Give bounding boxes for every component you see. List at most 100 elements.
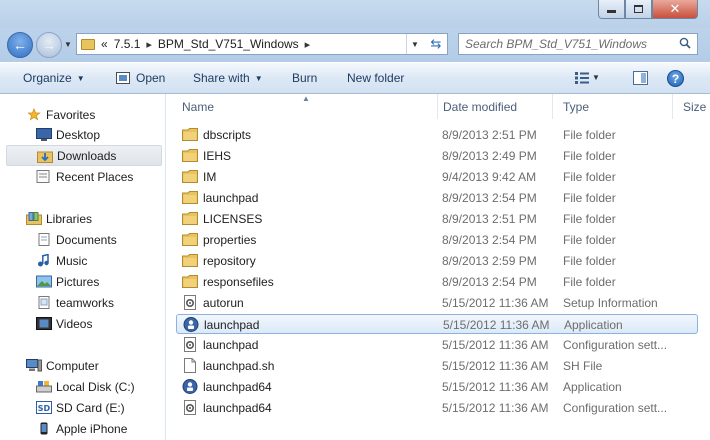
back-button[interactable]: ← <box>7 32 33 58</box>
nav-favorites[interactable]: Favorites <box>6 104 162 125</box>
file-row[interactable]: LICENSES 8/9/2013 2:51 PM File folder <box>176 209 698 229</box>
file-type: File folder <box>563 149 616 163</box>
phone-icon <box>40 422 48 435</box>
help-icon[interactable]: ? <box>667 70 684 87</box>
file-row[interactable]: properties 8/9/2013 2:54 PM File folder <box>176 230 698 250</box>
file-row[interactable]: autorun 5/15/2012 11:36 AM Setup Informati… <box>176 293 698 313</box>
refresh-icon[interactable]: ⇆ <box>426 34 446 54</box>
nav-item-recent-places[interactable]: Recent Places <box>6 166 162 187</box>
breadcrumb-separator-icon[interactable]: ▸ <box>305 38 311 51</box>
sd-card-icon: SD <box>36 401 52 414</box>
view-options-dropdown-icon[interactable]: ▼ <box>592 73 600 82</box>
file-name: IM <box>203 170 217 184</box>
nav-item-downloads[interactable]: Downloads <box>6 145 162 166</box>
blank-file-icon <box>184 358 196 373</box>
nav-item-teamworks[interactable]: teamworks <box>6 292 162 313</box>
nav-item-documents[interactable]: Documents <box>6 229 162 250</box>
maximize-icon <box>634 5 643 13</box>
search-box[interactable] <box>458 33 698 55</box>
file-row[interactable]: dbscripts 8/9/2013 2:51 PM File folder <box>176 125 698 145</box>
caption-buttons: ✕ <box>598 0 698 19</box>
burn-label: Burn <box>292 71 318 85</box>
file-row[interactable]: launchpad 8/9/2013 2:54 PM File folder <box>176 188 698 208</box>
nav-item-apple-iphone[interactable]: Apple iPhone <box>6 418 162 439</box>
file-name: responsefiles <box>203 275 274 289</box>
file-name: properties <box>203 233 257 247</box>
nav-item-label: SD Card (E:) <box>56 400 125 415</box>
downloads-folder-icon <box>37 151 53 163</box>
share-with-button[interactable]: Share with ▼ <box>193 71 263 85</box>
nav-item-label: Videos <box>56 316 93 331</box>
file-type: File folder <box>563 128 616 142</box>
change-view-icon[interactable] <box>575 72 589 84</box>
column-header-size[interactable]: Size <box>673 94 710 119</box>
breadcrumb-item[interactable]: 7.5.1 <box>114 37 141 51</box>
file-type: File folder <box>563 254 616 268</box>
organize-label: Organize <box>23 71 72 85</box>
nav-item-music[interactable]: Music <box>6 250 162 271</box>
file-row[interactable]: repository 8/9/2013 2:59 PM File folder <box>176 251 698 271</box>
close-button[interactable]: ✕ <box>652 0 698 19</box>
folder-icon <box>182 212 198 225</box>
file-row[interactable]: launchpad 5/15/2012 11:36 AM Configuration… <box>176 335 698 355</box>
chevron-down-icon: ▼ <box>254 73 263 83</box>
file-date-modified: 5/15/2012 11:36 AM <box>442 296 549 310</box>
file-name: launchpad <box>204 318 260 332</box>
file-date-modified: 8/9/2013 2:49 PM <box>442 149 537 163</box>
file-name: IEHS <box>203 149 232 163</box>
burn-button[interactable]: Burn <box>292 71 317 85</box>
file-row[interactable]: responsefiles 8/9/2013 2:54 PM File folder <box>176 272 698 292</box>
file-date-modified: 9/4/2013 9:42 AM <box>442 170 537 184</box>
file-row[interactable]: launchpad64 5/15/2012 11:36 AM Configurati… <box>176 398 698 418</box>
preview-pane-icon[interactable] <box>633 71 648 85</box>
nav-item-desktop[interactable]: Desktop <box>6 124 162 145</box>
pictures-icon <box>36 275 52 288</box>
search-icon[interactable] <box>679 37 691 49</box>
videos-icon <box>36 317 52 330</box>
file-row[interactable]: IEHS 8/9/2013 2:49 PM File folder <box>176 146 698 166</box>
desktop-icon <box>36 128 52 141</box>
search-input[interactable] <box>465 34 675 54</box>
file-row[interactable]: launchpad.sh 5/15/2012 11:36 AM SH File <box>176 356 698 376</box>
column-header-type[interactable]: Type <box>553 94 673 119</box>
file-name: autorun <box>203 296 244 310</box>
nav-item-label: Apple iPhone <box>56 421 128 436</box>
breadcrumb-overflow[interactable]: « <box>101 37 108 51</box>
maximize-button[interactable] <box>625 0 652 19</box>
recent-pages-dropdown-icon[interactable]: ▼ <box>64 40 72 49</box>
share-with-label: Share with <box>193 71 250 85</box>
navigation-pane: Favorites Desktop Downloads Recent Place… <box>0 94 166 440</box>
folder-icon <box>182 233 198 246</box>
address-bar[interactable]: « 7.5.1 ▸ BPM_Std_V751_Windows ▸ ▼ ⇆ <box>76 33 448 55</box>
new-folder-button[interactable]: New folder <box>347 71 404 85</box>
minimize-button[interactable] <box>598 0 625 19</box>
address-dropdown-icon[interactable]: ▼ <box>406 34 423 54</box>
file-date-modified: 8/9/2013 2:51 PM <box>442 212 537 226</box>
column-header-label: Type <box>563 99 590 114</box>
nav-group-label: Favorites <box>46 107 96 122</box>
nav-item-pictures[interactable]: Pictures <box>6 271 162 292</box>
file-date-modified: 5/15/2012 11:36 AM <box>442 338 549 352</box>
close-icon: ✕ <box>669 1 681 16</box>
nav-item-sd-card[interactable]: SD SD Card (E:) <box>6 397 162 418</box>
open-button[interactable]: Open <box>116 71 165 85</box>
nav-computer[interactable]: Computer <box>6 355 162 376</box>
svg-text:SD: SD <box>38 404 51 413</box>
breadcrumb-separator-icon[interactable]: ▸ <box>146 38 152 51</box>
forward-button[interactable]: → <box>36 32 62 58</box>
file-row[interactable]: IM 9/4/2013 9:42 AM File folder <box>176 167 698 187</box>
nav-item-local-disk[interactable]: Local Disk (C:) <box>6 376 162 397</box>
nav-item-videos[interactable]: Videos <box>6 313 162 334</box>
file-type: Application <box>564 318 623 332</box>
organize-button[interactable]: Organize ▼ <box>23 71 85 85</box>
breadcrumb-item[interactable]: BPM_Std_V751_Windows <box>158 37 299 51</box>
application-icon <box>183 317 199 332</box>
file-date-modified: 8/9/2013 2:54 PM <box>442 275 537 289</box>
application-icon <box>182 379 198 394</box>
file-list: dbscripts 8/9/2013 2:51 PM File folder IEHS… <box>166 120 710 440</box>
column-header-date-modified[interactable]: Date modified <box>433 94 553 119</box>
file-row[interactable]: launchpad 5/15/2012 11:36 AM Application <box>176 314 698 334</box>
star-icon <box>27 108 41 121</box>
file-row[interactable]: launchpad64 5/15/2012 11:36 AM Application <box>176 377 698 397</box>
nav-libraries[interactable]: Libraries <box>6 208 162 229</box>
